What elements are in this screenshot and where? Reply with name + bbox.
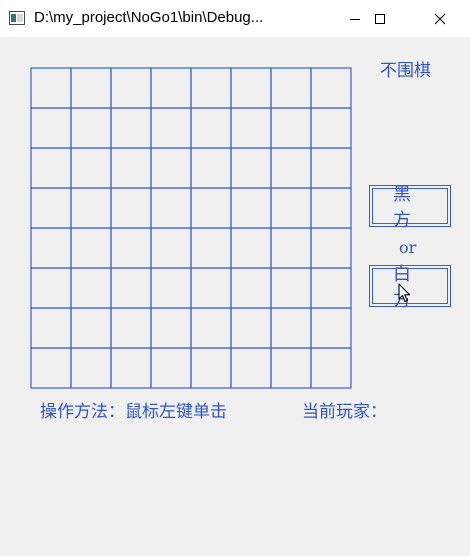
board-cell[interactable] bbox=[270, 307, 312, 349]
board-cell[interactable] bbox=[270, 227, 312, 269]
board-cell[interactable] bbox=[230, 267, 272, 309]
board-cell[interactable] bbox=[150, 307, 192, 349]
game-title: 不围棋 bbox=[380, 61, 431, 81]
board-cell[interactable] bbox=[190, 107, 232, 149]
board-cell[interactable] bbox=[110, 347, 152, 389]
board-cell[interactable] bbox=[70, 267, 112, 309]
board-cell[interactable] bbox=[30, 307, 72, 349]
board-cell[interactable] bbox=[150, 267, 192, 309]
board-cell[interactable] bbox=[110, 267, 152, 309]
board-cell[interactable] bbox=[70, 307, 112, 349]
board-cell[interactable] bbox=[70, 347, 112, 389]
board-cell[interactable] bbox=[310, 147, 352, 189]
title-bar[interactable]: D:\my_project\NoGo1\bin\Debug... bbox=[0, 0, 470, 37]
board-cell[interactable] bbox=[230, 67, 272, 109]
board-cell[interactable] bbox=[230, 227, 272, 269]
black-side-label: 黑方 bbox=[372, 184, 448, 231]
board-cell[interactable] bbox=[70, 187, 112, 229]
board-cell[interactable] bbox=[150, 227, 192, 269]
board-cell[interactable] bbox=[110, 307, 152, 349]
board-cell[interactable] bbox=[310, 67, 352, 109]
board-cell[interactable] bbox=[230, 147, 272, 189]
board-cell[interactable] bbox=[30, 227, 72, 269]
board-cell[interactable] bbox=[190, 267, 232, 309]
board-cell[interactable] bbox=[110, 227, 152, 269]
board-cell[interactable] bbox=[230, 107, 272, 149]
board-cell[interactable] bbox=[190, 347, 232, 389]
board-cell[interactable] bbox=[30, 267, 72, 309]
board-cell[interactable] bbox=[70, 227, 112, 269]
board-cell[interactable] bbox=[310, 307, 352, 349]
board-cell[interactable] bbox=[270, 187, 312, 229]
board-cell[interactable] bbox=[310, 227, 352, 269]
current-player-label: 当前玩家： bbox=[302, 402, 387, 422]
close-icon bbox=[434, 13, 446, 24]
board-cell[interactable] bbox=[150, 347, 192, 389]
board-cell[interactable] bbox=[30, 147, 72, 189]
board-cell[interactable] bbox=[230, 307, 272, 349]
board-cell[interactable] bbox=[30, 347, 72, 389]
window-title: D:\my_project\NoGo1\bin\Debug... bbox=[34, 9, 264, 26]
board-cell[interactable] bbox=[70, 107, 112, 149]
board-cell[interactable] bbox=[70, 67, 112, 109]
maximize-icon bbox=[375, 13, 385, 24]
app-icon bbox=[9, 11, 25, 25]
maximize-button[interactable] bbox=[357, 0, 403, 37]
board-cell[interactable] bbox=[70, 147, 112, 189]
board-cell[interactable] bbox=[190, 67, 232, 109]
board-cell[interactable] bbox=[230, 347, 272, 389]
board-cell[interactable] bbox=[150, 147, 192, 189]
game-board[interactable] bbox=[30, 67, 352, 389]
board-cell[interactable] bbox=[270, 67, 312, 109]
board-cell[interactable] bbox=[150, 67, 192, 109]
board-cell[interactable] bbox=[110, 187, 152, 229]
board-cell[interactable] bbox=[270, 347, 312, 389]
board-cell[interactable] bbox=[310, 187, 352, 229]
board-cell[interactable] bbox=[270, 107, 312, 149]
board-cell[interactable] bbox=[110, 67, 152, 109]
board-cell[interactable] bbox=[310, 267, 352, 309]
close-button[interactable] bbox=[417, 0, 463, 37]
board-cell[interactable] bbox=[110, 107, 152, 149]
board-cell[interactable] bbox=[190, 307, 232, 349]
board-cell[interactable] bbox=[310, 107, 352, 149]
mouse-cursor-icon bbox=[398, 283, 411, 303]
board-cell[interactable] bbox=[150, 107, 192, 149]
board-cell[interactable] bbox=[30, 67, 72, 109]
board-cell[interactable] bbox=[30, 187, 72, 229]
or-label: or bbox=[399, 238, 417, 257]
board-cell[interactable] bbox=[230, 187, 272, 229]
black-side-button[interactable]: 黑方 bbox=[369, 184, 451, 231]
board-cell[interactable] bbox=[190, 147, 232, 189]
board-cell[interactable] bbox=[110, 147, 152, 189]
board-cell[interactable] bbox=[270, 147, 312, 189]
board-cell[interactable] bbox=[190, 227, 232, 269]
instructions-text: 操作方法：鼠标左键单击 bbox=[40, 402, 227, 422]
board-cell[interactable] bbox=[30, 107, 72, 149]
board-cell[interactable] bbox=[190, 187, 232, 229]
board-cell[interactable] bbox=[270, 267, 312, 309]
board-cell[interactable] bbox=[150, 187, 192, 229]
board-cell[interactable] bbox=[310, 347, 352, 389]
